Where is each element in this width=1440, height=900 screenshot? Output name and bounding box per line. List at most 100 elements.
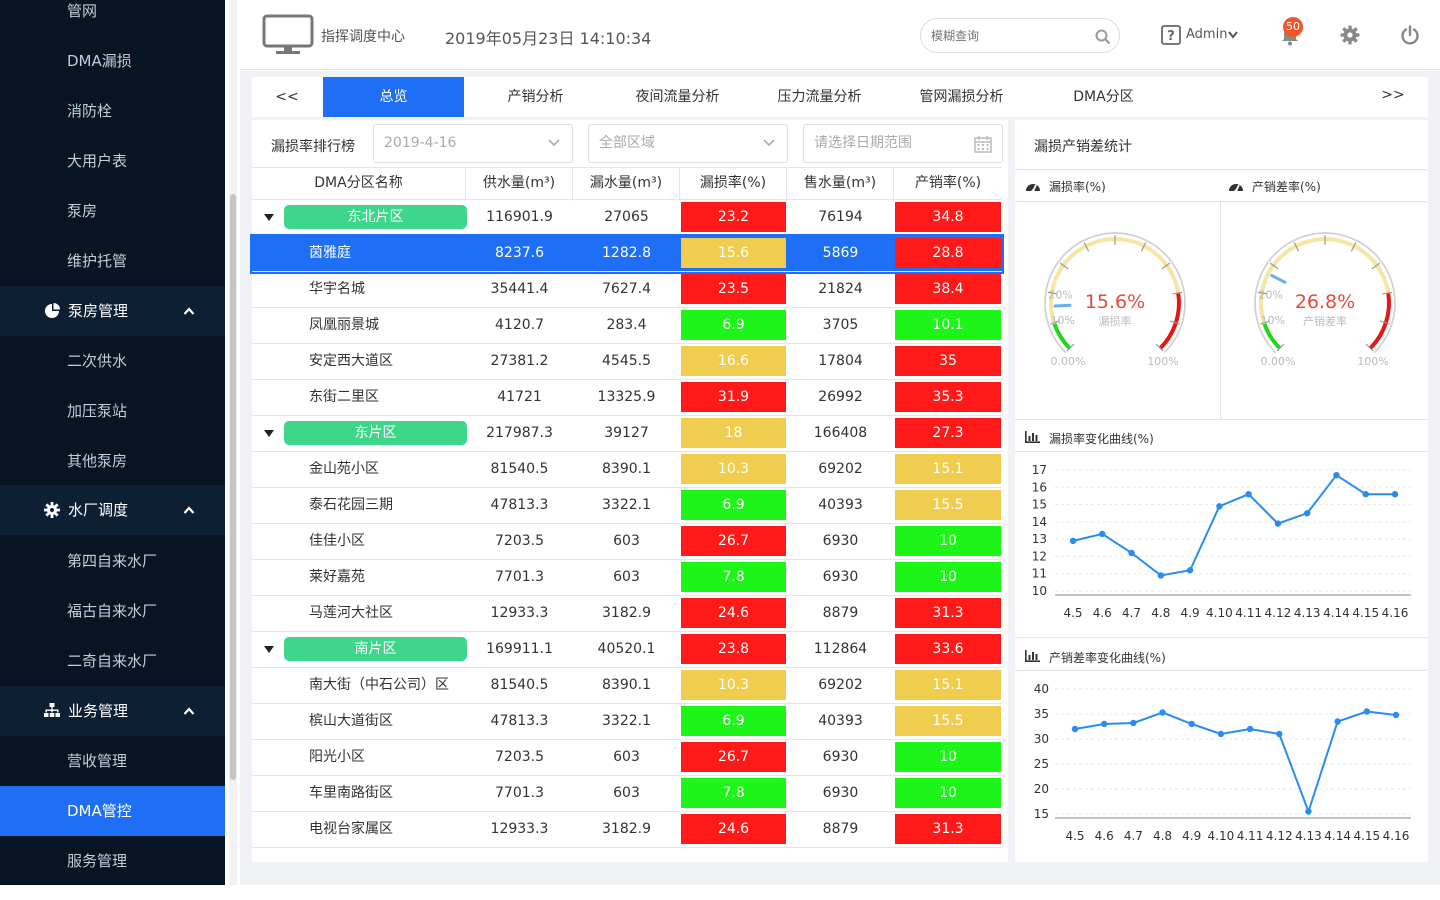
data-point[interactable]	[1157, 572, 1165, 579]
data-point[interactable]	[1391, 491, 1399, 498]
caret-down-icon[interactable]	[264, 646, 274, 654]
tab-next-button[interactable]: >>	[1358, 75, 1428, 115]
group-row[interactable]: 东北片区 116901.9 27065 76194 23.2 34.8	[252, 200, 1002, 236]
tab-3[interactable]: 压力流量分析	[749, 77, 890, 117]
sidebar-item-4[interactable]: 泵房	[0, 186, 225, 236]
column-header: 供水量(m³)	[466, 168, 573, 201]
search-icon[interactable]	[1095, 29, 1111, 45]
date-range-picker[interactable]: 请选择日期范围	[803, 124, 1003, 163]
sidebar-item-5[interactable]: 维护托管	[0, 236, 225, 286]
data-point[interactable]	[1099, 530, 1106, 538]
data-point[interactable]	[1128, 549, 1135, 557]
data-point[interactable]	[1276, 730, 1283, 738]
divider	[1015, 169, 1428, 170]
tab-2[interactable]: 夜间流量分析	[607, 77, 748, 117]
sidebar-item-7[interactable]: 二次供水	[0, 336, 225, 386]
table-row[interactable]: 金山苑小区 81540.5 8390.1 69202 10.3 15.1	[252, 452, 1002, 488]
table-row[interactable]: 泰石花园三期 47813.3 3322.1 40393 6.9 15.5	[252, 488, 1002, 524]
leak-volume-cell: 8390.1	[602, 677, 651, 693]
table-row[interactable]: 马莲河大社区 12933.3 3182.9 8879 24.6 31.3	[252, 596, 1002, 632]
sidebar-item-label: 第四自来水厂	[67, 552, 158, 570]
chevron-up-icon[interactable]	[183, 706, 195, 716]
data-point[interactable]	[1100, 720, 1108, 728]
search-input[interactable]	[931, 27, 1081, 45]
tab-5[interactable]: DMA分区	[1033, 77, 1174, 117]
supply-cell: 41721	[497, 389, 542, 405]
sidebar-item-1[interactable]: DMA漏损	[0, 36, 225, 86]
tab-1[interactable]: 产销分析	[465, 77, 606, 117]
tab-4[interactable]: 管网漏损分析	[891, 77, 1032, 117]
help-icon[interactable]: ?	[1161, 25, 1181, 45]
leak-volume-cell: 1282.8	[602, 245, 651, 261]
data-point[interactable]	[1217, 730, 1225, 738]
leak-volume-cell: 3322.1	[602, 713, 651, 729]
sidebar-item-12[interactable]: 福古自来水厂	[0, 586, 225, 636]
data-point[interactable]	[1333, 471, 1340, 479]
data-point[interactable]	[1130, 719, 1137, 727]
table-row[interactable]: 佳佳小区 7203.5 603 6930 26.7 10	[252, 524, 1002, 560]
sidebar-item-17[interactable]: 服务管理	[0, 836, 225, 885]
sales-rate-badge: 33.6	[895, 634, 1001, 664]
sidebar-item-13[interactable]: 二奇自来水厂	[0, 636, 225, 686]
data-point[interactable]	[1246, 725, 1254, 733]
region-select[interactable]: 全部区域	[588, 124, 788, 163]
data-point[interactable]	[1392, 711, 1400, 719]
sidebar-group-10[interactable]: 水厂调度	[0, 485, 225, 535]
tab-prev-button[interactable]: <<	[252, 77, 322, 117]
chevron-up-icon[interactable]	[183, 505, 195, 515]
data-point[interactable]	[1069, 537, 1077, 545]
leak-volume-cell: 4545.5	[602, 353, 651, 369]
user-menu[interactable]: Admin	[1186, 27, 1227, 42]
group-row[interactable]: 东片区 217987.3 39127 166408 18 27.3	[252, 416, 1002, 452]
power-icon[interactable]	[1400, 25, 1420, 45]
data-point[interactable]	[1362, 491, 1369, 498]
notification-badge[interactable]: 50	[1283, 17, 1303, 37]
data-point[interactable]	[1071, 725, 1079, 733]
data-point[interactable]	[1305, 808, 1312, 815]
caret-down-icon[interactable]	[264, 430, 274, 438]
sidebar-item-11[interactable]: 第四自来水厂	[0, 536, 225, 586]
table-row[interactable]: 车里南路街区 7701.3 603 6930 7.8 10	[252, 776, 1002, 812]
data-point[interactable]	[1334, 718, 1341, 725]
data-point[interactable]	[1188, 720, 1195, 728]
sidebar-item-8[interactable]: 加压泵站	[0, 386, 225, 436]
sidebar-group-14[interactable]: 业务管理	[0, 686, 225, 736]
table-row[interactable]: 凤凰丽景城 4120.7 283.4 3705 6.9 10.1	[252, 308, 1002, 344]
date-select[interactable]: 2019-4-16	[373, 124, 573, 163]
chevron-down-icon[interactable]	[1228, 31, 1238, 39]
table-row[interactable]: 电视台家属区 12933.3 3182.9 8879 24.6 31.3	[252, 812, 1002, 848]
gear-icon[interactable]	[1340, 25, 1360, 45]
chevron-up-icon[interactable]	[183, 306, 195, 316]
sidebar-group-6[interactable]: 泵房管理	[0, 286, 225, 336]
table-row[interactable]: 南大街（中石公司）区 81540.5 8390.1 69202 10.3 15.1	[252, 668, 1002, 704]
data-point[interactable]	[1245, 491, 1252, 498]
sidebar-item-0[interactable]: 管网	[0, 0, 225, 36]
table-row[interactable]: 茵雅庭 8237.6 1282.8 5869 15.6 28.8	[250, 234, 1004, 274]
search-box[interactable]	[920, 18, 1120, 53]
sidebar-item-9[interactable]: 其他泵房	[0, 436, 225, 486]
sidebar-item-16[interactable]: DMA管控	[0, 786, 225, 836]
sidebar-item-2[interactable]: 消防栓	[0, 86, 225, 136]
dma-name-cell: 阳光小区	[309, 749, 365, 765]
data-point[interactable]	[1186, 567, 1194, 574]
table-row[interactable]: 莱好嘉苑 7701.3 603 6930 7.8 10	[252, 560, 1002, 596]
table-row[interactable]: 华宇名城 35441.4 7627.4 21824 23.5 38.4	[252, 272, 1002, 308]
data-point[interactable]	[1216, 503, 1223, 510]
tab-0[interactable]: 总览	[323, 77, 464, 117]
data-point[interactable]	[1363, 708, 1371, 715]
x-tick-label: 4.10	[1208, 829, 1235, 843]
sidebar-scrollbar-thumb[interactable]	[230, 194, 236, 780]
group-name-pill: 东北片区	[284, 205, 467, 229]
caret-down-icon[interactable]	[264, 214, 274, 222]
table-row[interactable]: 阳光小区 7203.5 603 6930 26.7 10	[252, 740, 1002, 776]
data-point[interactable]	[1303, 510, 1311, 517]
sidebar-item-3[interactable]: 大用户表	[0, 136, 225, 186]
sidebar-item-15[interactable]: 营收管理	[0, 736, 225, 786]
table-row[interactable]: 安定西大道区 27381.2 4545.5 17804 16.6 35	[252, 344, 1002, 380]
data-point[interactable]	[1274, 520, 1282, 527]
group-row[interactable]: 南片区 169911.1 40520.1 112864 23.8 33.6	[252, 632, 1002, 668]
calendar-icon[interactable]	[974, 135, 992, 153]
data-point[interactable]	[1159, 709, 1166, 716]
table-row[interactable]: 槟山大道街区 47813.3 3322.1 40393 6.9 15.5	[252, 704, 1002, 740]
table-row[interactable]: 东街二里区 41721 13325.9 26992 31.9 35.3	[252, 380, 1002, 416]
